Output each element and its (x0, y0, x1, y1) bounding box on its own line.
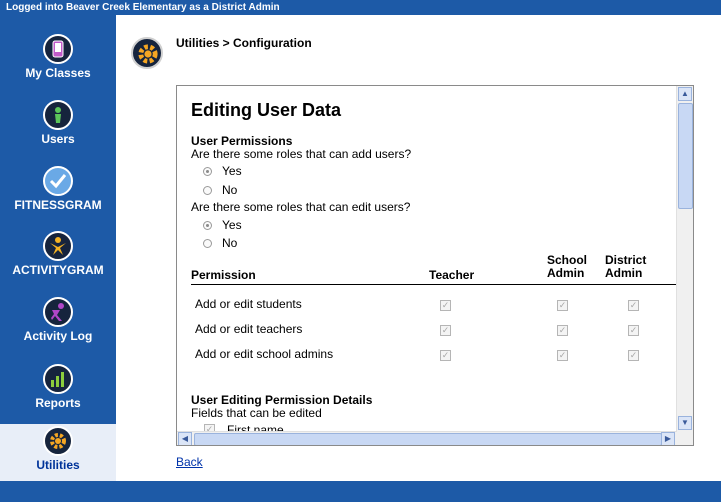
checkbox-first-name[interactable]: ✓ (204, 424, 215, 431)
radio-add-yes[interactable]: Yes (203, 164, 242, 178)
checkbox-district-admin-teachers[interactable]: ✓ (628, 325, 639, 336)
checkbox-teacher-students[interactable]: ✓ (440, 300, 451, 311)
breadcrumb: Utilities > Configuration (176, 36, 312, 50)
radio-button[interactable] (203, 186, 212, 196)
section-title-user-permissions: User Permissions (191, 134, 293, 148)
page-title: Editing User Data (191, 100, 342, 120)
column-header-school-admin: School Admin (547, 253, 588, 280)
scroll-right-icon[interactable]: ▶ (661, 432, 675, 445)
login-status-text: Logged into Beaver Creek Elementary as a… (6, 2, 280, 13)
horizontal-scroll-thumb[interactable] (194, 433, 662, 445)
sidebar-item-utilities[interactable]: Utilities (0, 424, 116, 483)
radio-button[interactable] (203, 167, 212, 177)
question-add-users: Are there some roles that can add users? (191, 147, 412, 161)
gear-icon (131, 37, 163, 69)
scroll-down-icon[interactable]: ▼ (678, 416, 692, 430)
scroll-left-icon[interactable]: ◀ (178, 432, 192, 445)
vertical-scrollbar[interactable]: ▲ ▼ (676, 86, 693, 431)
gear-icon (43, 426, 73, 456)
sidebar-item-activity-log[interactable]: Activity Log (0, 297, 116, 343)
checkbox-district-admin-students[interactable]: ✓ (628, 300, 639, 311)
column-header-district-admin: District Admin (605, 253, 647, 280)
checkbox-teacher-teachers[interactable]: ✓ (440, 325, 451, 336)
table-header-divider (191, 284, 677, 285)
person-icon (43, 100, 73, 130)
vertical-scroll-thumb[interactable] (678, 103, 693, 209)
bar-chart-icon (43, 364, 73, 394)
question-edit-users: Are there some roles that can edit users… (191, 200, 411, 214)
radio-edit-no[interactable]: No (203, 236, 237, 250)
table-row-label: Add or edit students (195, 297, 302, 311)
scroll-up-icon[interactable]: ▲ (678, 87, 692, 101)
radio-edit-yes[interactable]: Yes (203, 218, 242, 232)
horizontal-scrollbar[interactable]: ◀ ▶ (177, 431, 677, 445)
fields-editable-label: Fields that can be edited (191, 406, 322, 420)
checkbox-district-admin-school-admins[interactable]: ✓ (628, 350, 639, 361)
sidebar-item-my-classes[interactable]: My Classes (0, 34, 116, 80)
back-link[interactable]: Back (176, 455, 203, 469)
phone-icon (43, 34, 73, 64)
checkbox-school-admin-students[interactable]: ✓ (557, 300, 568, 311)
table-row-label: Add or edit teachers (195, 322, 303, 336)
editor-panel: Editing User Data User Permissions Are t… (176, 85, 694, 446)
checkbox-school-admin-school-admins[interactable]: ✓ (557, 350, 568, 361)
checkbox-teacher-school-admins[interactable]: ✓ (440, 350, 451, 361)
editor-content: Editing User Data User Permissions Are t… (177, 86, 677, 431)
login-status-bar: Logged into Beaver Creek Elementary as a… (0, 0, 721, 15)
radio-button[interactable] (203, 221, 212, 231)
sidebar-item-reports[interactable]: Reports (0, 364, 116, 410)
checkmark-icon (43, 166, 73, 196)
radio-add-no[interactable]: No (203, 183, 237, 197)
checkbox-school-admin-teachers[interactable]: ✓ (557, 325, 568, 336)
column-header-teacher: Teacher (429, 268, 475, 282)
table-row-label: Add or edit school admins (195, 347, 334, 361)
column-header-permission: Permission (191, 268, 256, 282)
field-first-name-label: First name (227, 423, 284, 431)
star-person-icon (43, 231, 73, 261)
section-title-editing-details: User Editing Permission Details (191, 393, 373, 407)
sidebar-item-fitnessgram[interactable]: FITNESSGRAM (0, 166, 116, 212)
scrollbar-corner (677, 431, 693, 445)
bottom-bar (0, 481, 721, 502)
sidebar-item-users[interactable]: Users (0, 100, 116, 146)
sidebar: My Classes Users FITNESSGRAM ACTIVITYGRA… (0, 15, 116, 483)
sidebar-item-activitygram[interactable]: ACTIVITYGRAM (0, 231, 116, 277)
radio-button[interactable] (203, 239, 212, 249)
runner-icon (43, 297, 73, 327)
